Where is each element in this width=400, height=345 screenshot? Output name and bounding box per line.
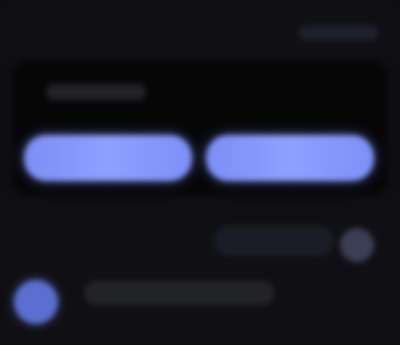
segment-right-button[interactable]	[206, 135, 374, 181]
app-window	[0, 0, 400, 345]
segment-left-button[interactable]	[24, 135, 192, 181]
panel-label	[46, 84, 146, 100]
top-right-link[interactable]	[298, 26, 378, 40]
reply-pill[interactable]	[214, 226, 334, 256]
avatar-icon[interactable]	[14, 280, 58, 324]
message-input[interactable]	[84, 281, 274, 305]
segmented-buttons	[24, 135, 374, 181]
circle-button-icon[interactable]	[340, 228, 374, 262]
